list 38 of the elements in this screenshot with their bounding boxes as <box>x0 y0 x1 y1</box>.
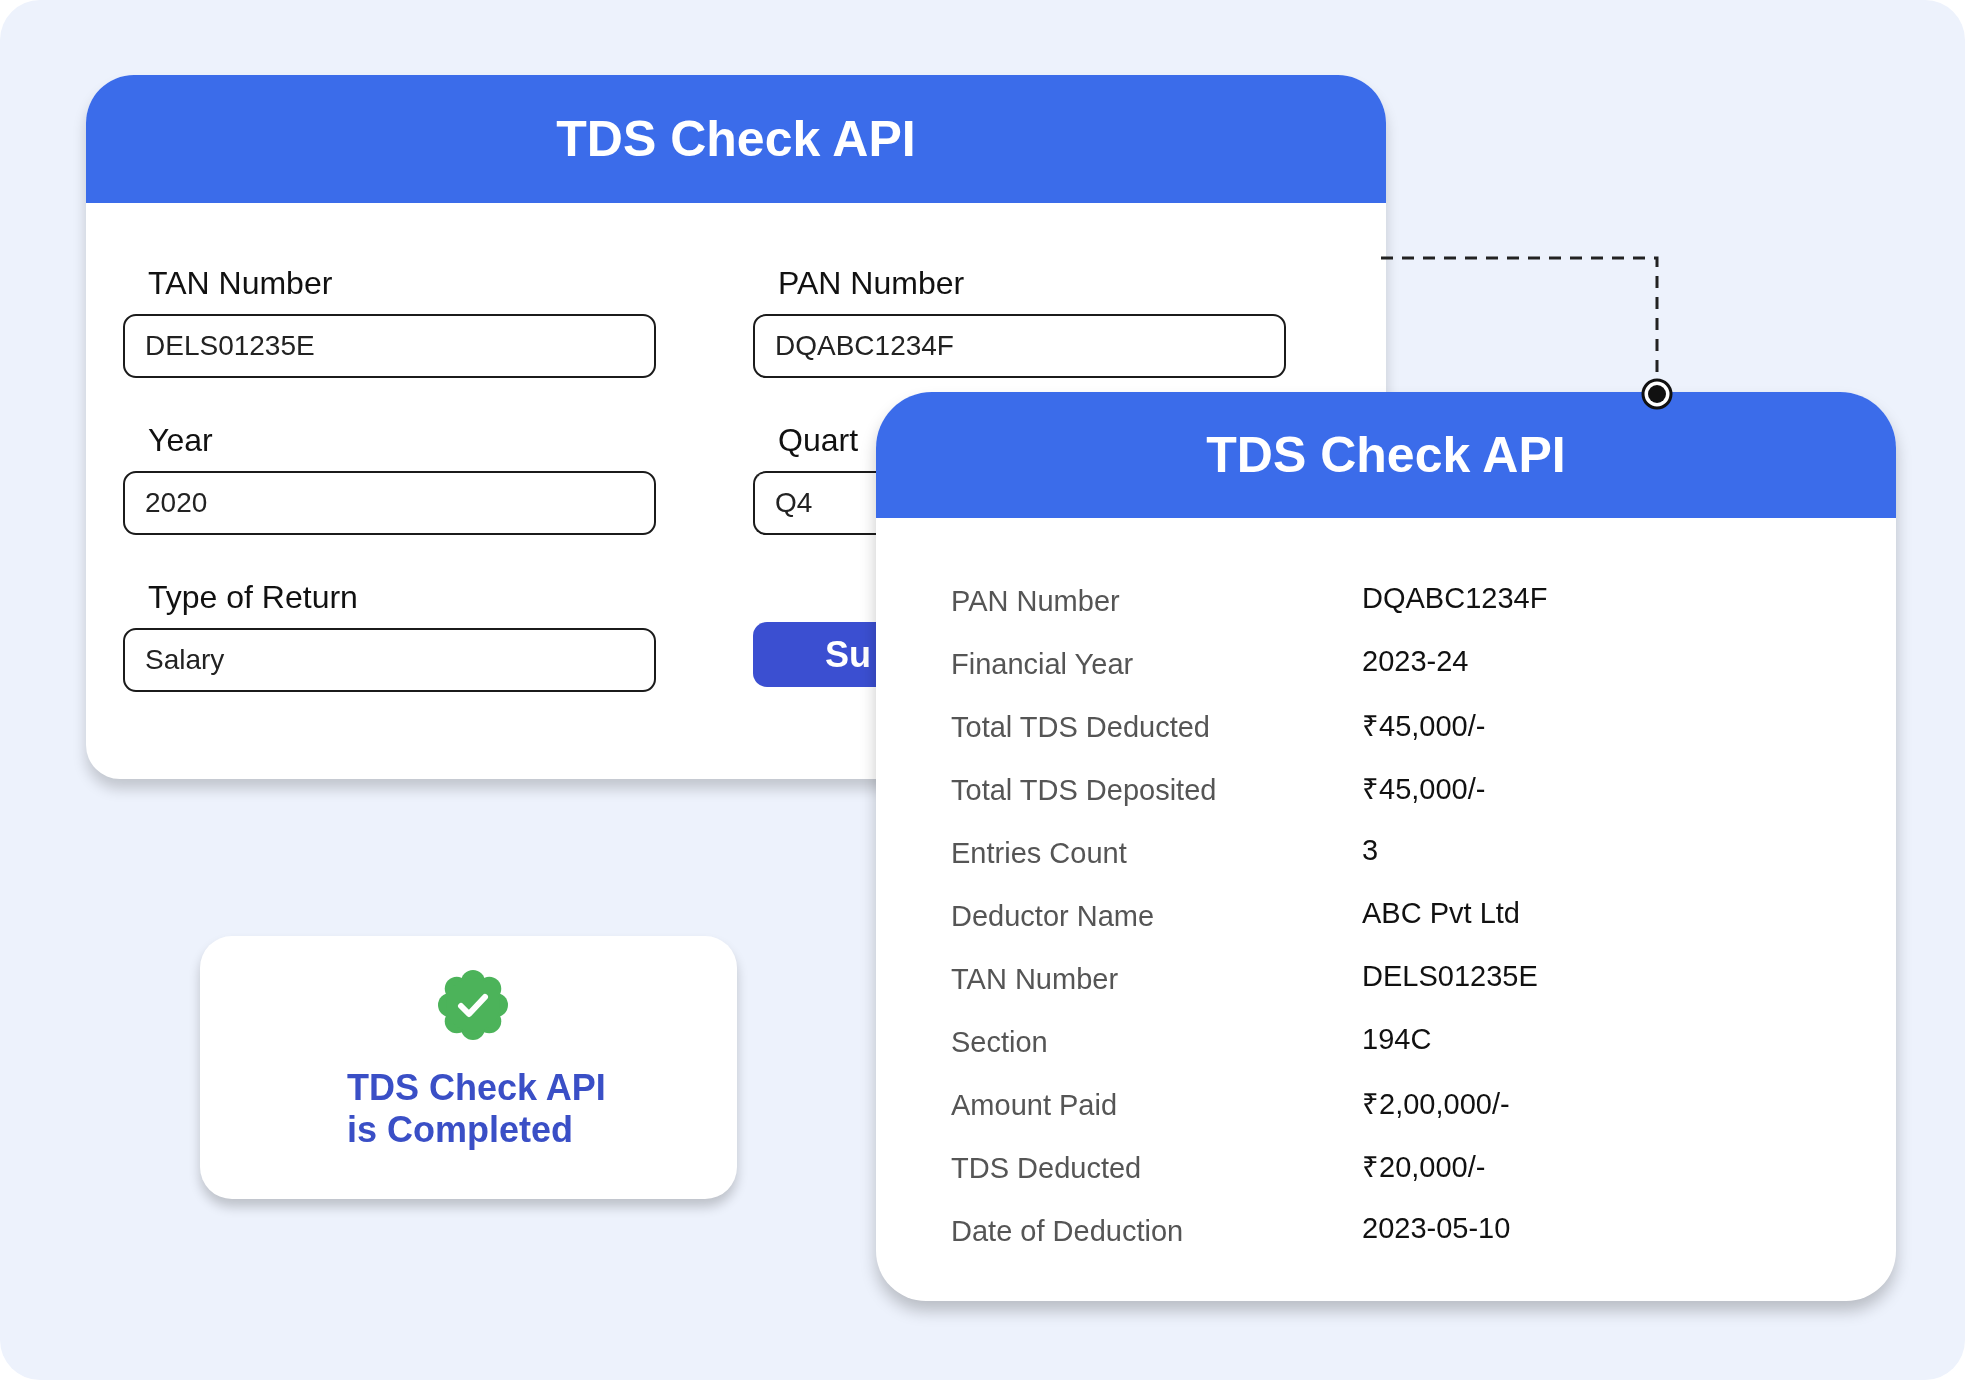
detail-label: TDS Deducted <box>951 1152 1142 1185</box>
status-message: TDS Check API <box>347 1067 606 1109</box>
check-badge-icon <box>437 969 509 1041</box>
field-label: TAN Number <box>147 265 333 302</box>
field-label: PAN Number <box>777 265 965 302</box>
card-title: TDS Check API <box>876 392 1896 518</box>
detail-value: 2023-05-10 <box>1362 1212 1511 1245</box>
detail-value: ABC Pvt Ltd <box>1362 897 1520 930</box>
detail-label: Total TDS Deducted <box>951 711 1210 744</box>
detail-value: ₹2,00,000/- <box>1362 1087 1510 1122</box>
detail-label: Deductor Name <box>951 900 1155 933</box>
input-field[interactable]: Q4 <box>753 471 876 535</box>
detail-value: ₹20,000/- <box>1362 1150 1486 1185</box>
status-message: is Completed <box>347 1109 574 1151</box>
detail-label: Total TDS Deposited <box>951 774 1217 807</box>
field-label: Quart <box>777 422 859 459</box>
detail-label: PAN Number <box>951 585 1120 618</box>
detail-value: DQABC1234F <box>1362 582 1548 615</box>
input-field[interactable]: Salary <box>123 628 656 692</box>
input-field[interactable]: DELS01235E <box>123 314 656 378</box>
input-field[interactable]: 2020 <box>123 471 656 535</box>
detail-value: 2023-24 <box>1362 645 1469 678</box>
submit-button[interactable]: Su <box>753 622 876 687</box>
detail-value: 194C <box>1362 1023 1432 1056</box>
detail-label: Entries Count <box>951 837 1127 870</box>
field-label: Type of Return <box>147 579 358 616</box>
detail-label: Date of Deduction <box>951 1215 1184 1248</box>
detail-value: ₹45,000/- <box>1362 709 1486 744</box>
detail-value: ₹45,000/- <box>1362 772 1486 807</box>
detail-label: TAN Number <box>951 963 1119 996</box>
field-label: Year <box>147 422 213 459</box>
detail-value: DELS01235E <box>1362 960 1538 993</box>
detail-label: Section <box>951 1026 1048 1059</box>
card-title: TDS Check API <box>86 75 1386 203</box>
input-field[interactable]: DQABC1234F <box>753 314 1286 378</box>
detail-value: 3 <box>1362 834 1379 867</box>
detail-label: Financial Year <box>951 648 1134 681</box>
detail-label: Amount Paid <box>951 1089 1118 1122</box>
